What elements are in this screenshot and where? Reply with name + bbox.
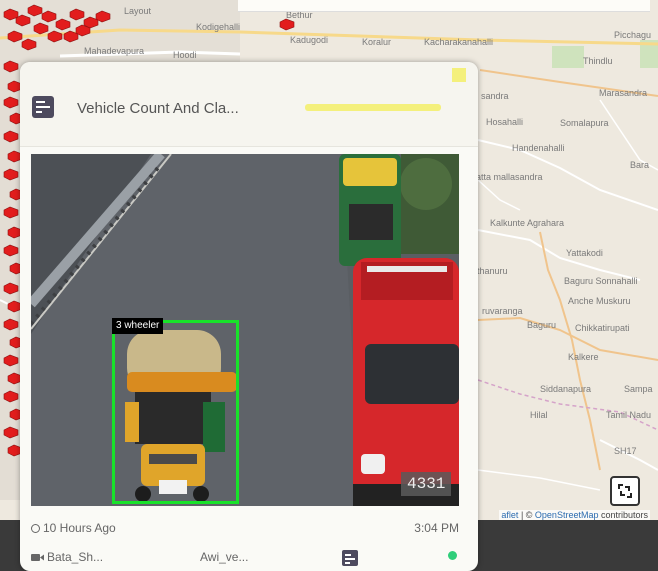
openstreetmap-link[interactable]: OpenStreetMap xyxy=(535,510,599,520)
fullscreen-icon xyxy=(618,484,632,498)
camera-pin-icon[interactable] xyxy=(3,96,19,109)
card-header: Vehicle Count And Cla... xyxy=(20,62,478,147)
document-icon xyxy=(32,96,54,118)
stream-name[interactable]: Awi_ve... xyxy=(200,550,248,564)
status-indicator xyxy=(448,551,457,560)
camera-pin-icon[interactable] xyxy=(15,14,31,27)
camera-pin-icon[interactable] xyxy=(3,426,19,439)
attribution-separator: | © xyxy=(518,510,535,520)
camera-pin-icon[interactable] xyxy=(3,282,19,295)
vehicle-counter: 4331 xyxy=(401,472,452,496)
camera-pin-icon[interactable] xyxy=(47,30,63,43)
detection-label: 3 wheeler xyxy=(112,318,164,334)
highlight-bar xyxy=(305,104,441,111)
bookmark-icon[interactable] xyxy=(452,68,466,82)
camera-pin-icon[interactable] xyxy=(7,30,23,43)
camera-pin-icon[interactable] xyxy=(3,244,19,257)
camera-pin-icon[interactable] xyxy=(3,60,19,73)
camera-feed-image[interactable]: 3 wheeler 4331 xyxy=(31,154,459,506)
attribution-contributors: contributors xyxy=(598,510,648,520)
camera-name-text: Bata_Sh... xyxy=(47,550,104,564)
time-ago: 10 Hours Ago xyxy=(31,521,116,535)
camera-pin-icon[interactable] xyxy=(69,8,85,21)
camera-pin-icon[interactable] xyxy=(3,130,19,143)
video-camera-icon xyxy=(31,554,44,561)
report-icon[interactable] xyxy=(342,550,358,566)
clock-icon xyxy=(31,524,40,533)
camera-pin-icon[interactable] xyxy=(95,10,111,23)
camera-pin-icon[interactable] xyxy=(41,10,57,23)
camera-pin-icon[interactable] xyxy=(279,18,295,31)
camera-pin-icon[interactable] xyxy=(3,318,19,331)
camera-pin-icon[interactable] xyxy=(3,354,19,367)
fullscreen-toggle-button[interactable] xyxy=(610,476,640,506)
camera-pin-icon[interactable] xyxy=(3,168,19,181)
time-ago-text: 10 Hours Ago xyxy=(43,521,116,535)
camera-pin-icon[interactable] xyxy=(55,18,71,31)
camera-popup-card[interactable]: Vehicle Count And Cla... 3 wheeler 4331 … xyxy=(20,62,478,571)
camera-name[interactable]: Bata_Sh... xyxy=(31,550,103,564)
camera-pin-icon[interactable] xyxy=(27,4,43,17)
top-panel-edge xyxy=(238,0,650,12)
map-attribution: aflet | © OpenStreetMap contributors xyxy=(499,510,650,520)
camera-pin-icon[interactable] xyxy=(33,22,49,35)
camera-pin-icon[interactable] xyxy=(3,206,19,219)
camera-pin-icon[interactable] xyxy=(21,38,37,51)
timestamp: 3:04 PM xyxy=(414,521,459,535)
traffic-scene xyxy=(31,154,459,506)
card-title: Vehicle Count And Cla... xyxy=(77,100,239,117)
leaflet-link[interactable]: aflet xyxy=(501,510,518,520)
detection-bounding-box xyxy=(112,320,239,504)
camera-pin-icon[interactable] xyxy=(3,390,19,403)
